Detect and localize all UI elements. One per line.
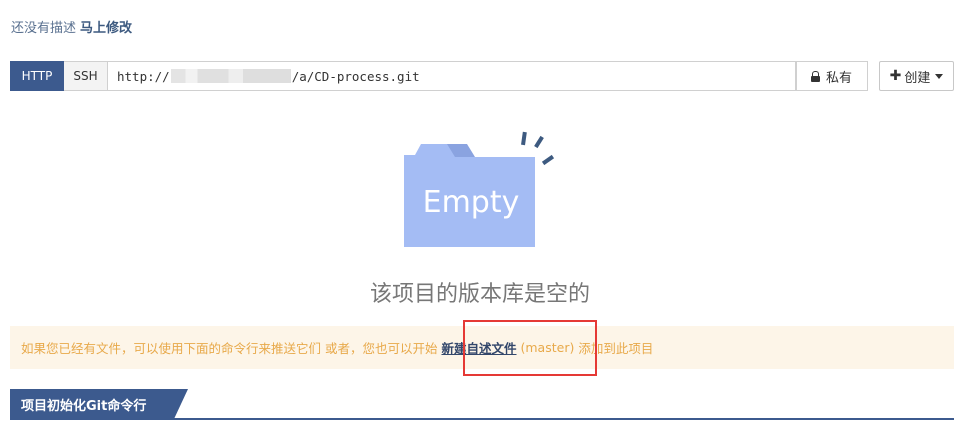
- section-tab-title: 项目初始化Git命令行: [10, 389, 188, 419]
- notice-text-after: 添加到此项目: [578, 341, 654, 356]
- visibility-label: 私有: [825, 70, 852, 86]
- empty-repo-title: 该项目的版本库是空的: [369, 282, 590, 307]
- lock-icon: [810, 70, 820, 82]
- plus-icon: ✚: [889, 68, 902, 84]
- visibility-badge: 私有: [795, 61, 868, 91]
- empty-illustration-text: Empty: [423, 185, 520, 220]
- push-notice: 如果您已经有文件，可以使用下面的命令行来推送它们 或者，您也可以开始 新建自述文件…: [10, 326, 954, 369]
- protocol-ssh-tab[interactable]: SSH: [64, 61, 108, 91]
- new-readme-link[interactable]: 新建自述文件: [441, 338, 516, 357]
- description-text: 还没有描述: [11, 21, 77, 36]
- protocol-http-tab[interactable]: HTTP: [10, 61, 64, 91]
- edit-description-link[interactable]: 马上修改: [80, 21, 132, 36]
- git-commands-section-header: 项目初始化Git命令行: [10, 389, 954, 420]
- url-redacted-mask: [170, 69, 291, 83]
- clone-url-field[interactable]: http:// /a/CD-process.git: [108, 61, 797, 91]
- repo-description: 还没有描述 马上修改: [11, 17, 132, 36]
- url-prefix: http://: [117, 68, 170, 84]
- create-label: 创建: [904, 70, 931, 86]
- empty-folder-illustration: Empty: [404, 131, 555, 247]
- clone-url-bar: HTTP SSH http:// /a/CD-process.git: [10, 61, 797, 91]
- create-dropdown-button[interactable]: ✚ 创建: [879, 61, 954, 91]
- notice-branch: (master): [520, 340, 575, 355]
- caret-down-icon: [935, 73, 944, 79]
- url-suffix: /a/CD-process.git: [291, 68, 420, 84]
- notice-text-before: 如果您已经有文件，可以使用下面的命令行来推送它们 或者，您也可以开始: [21, 341, 438, 356]
